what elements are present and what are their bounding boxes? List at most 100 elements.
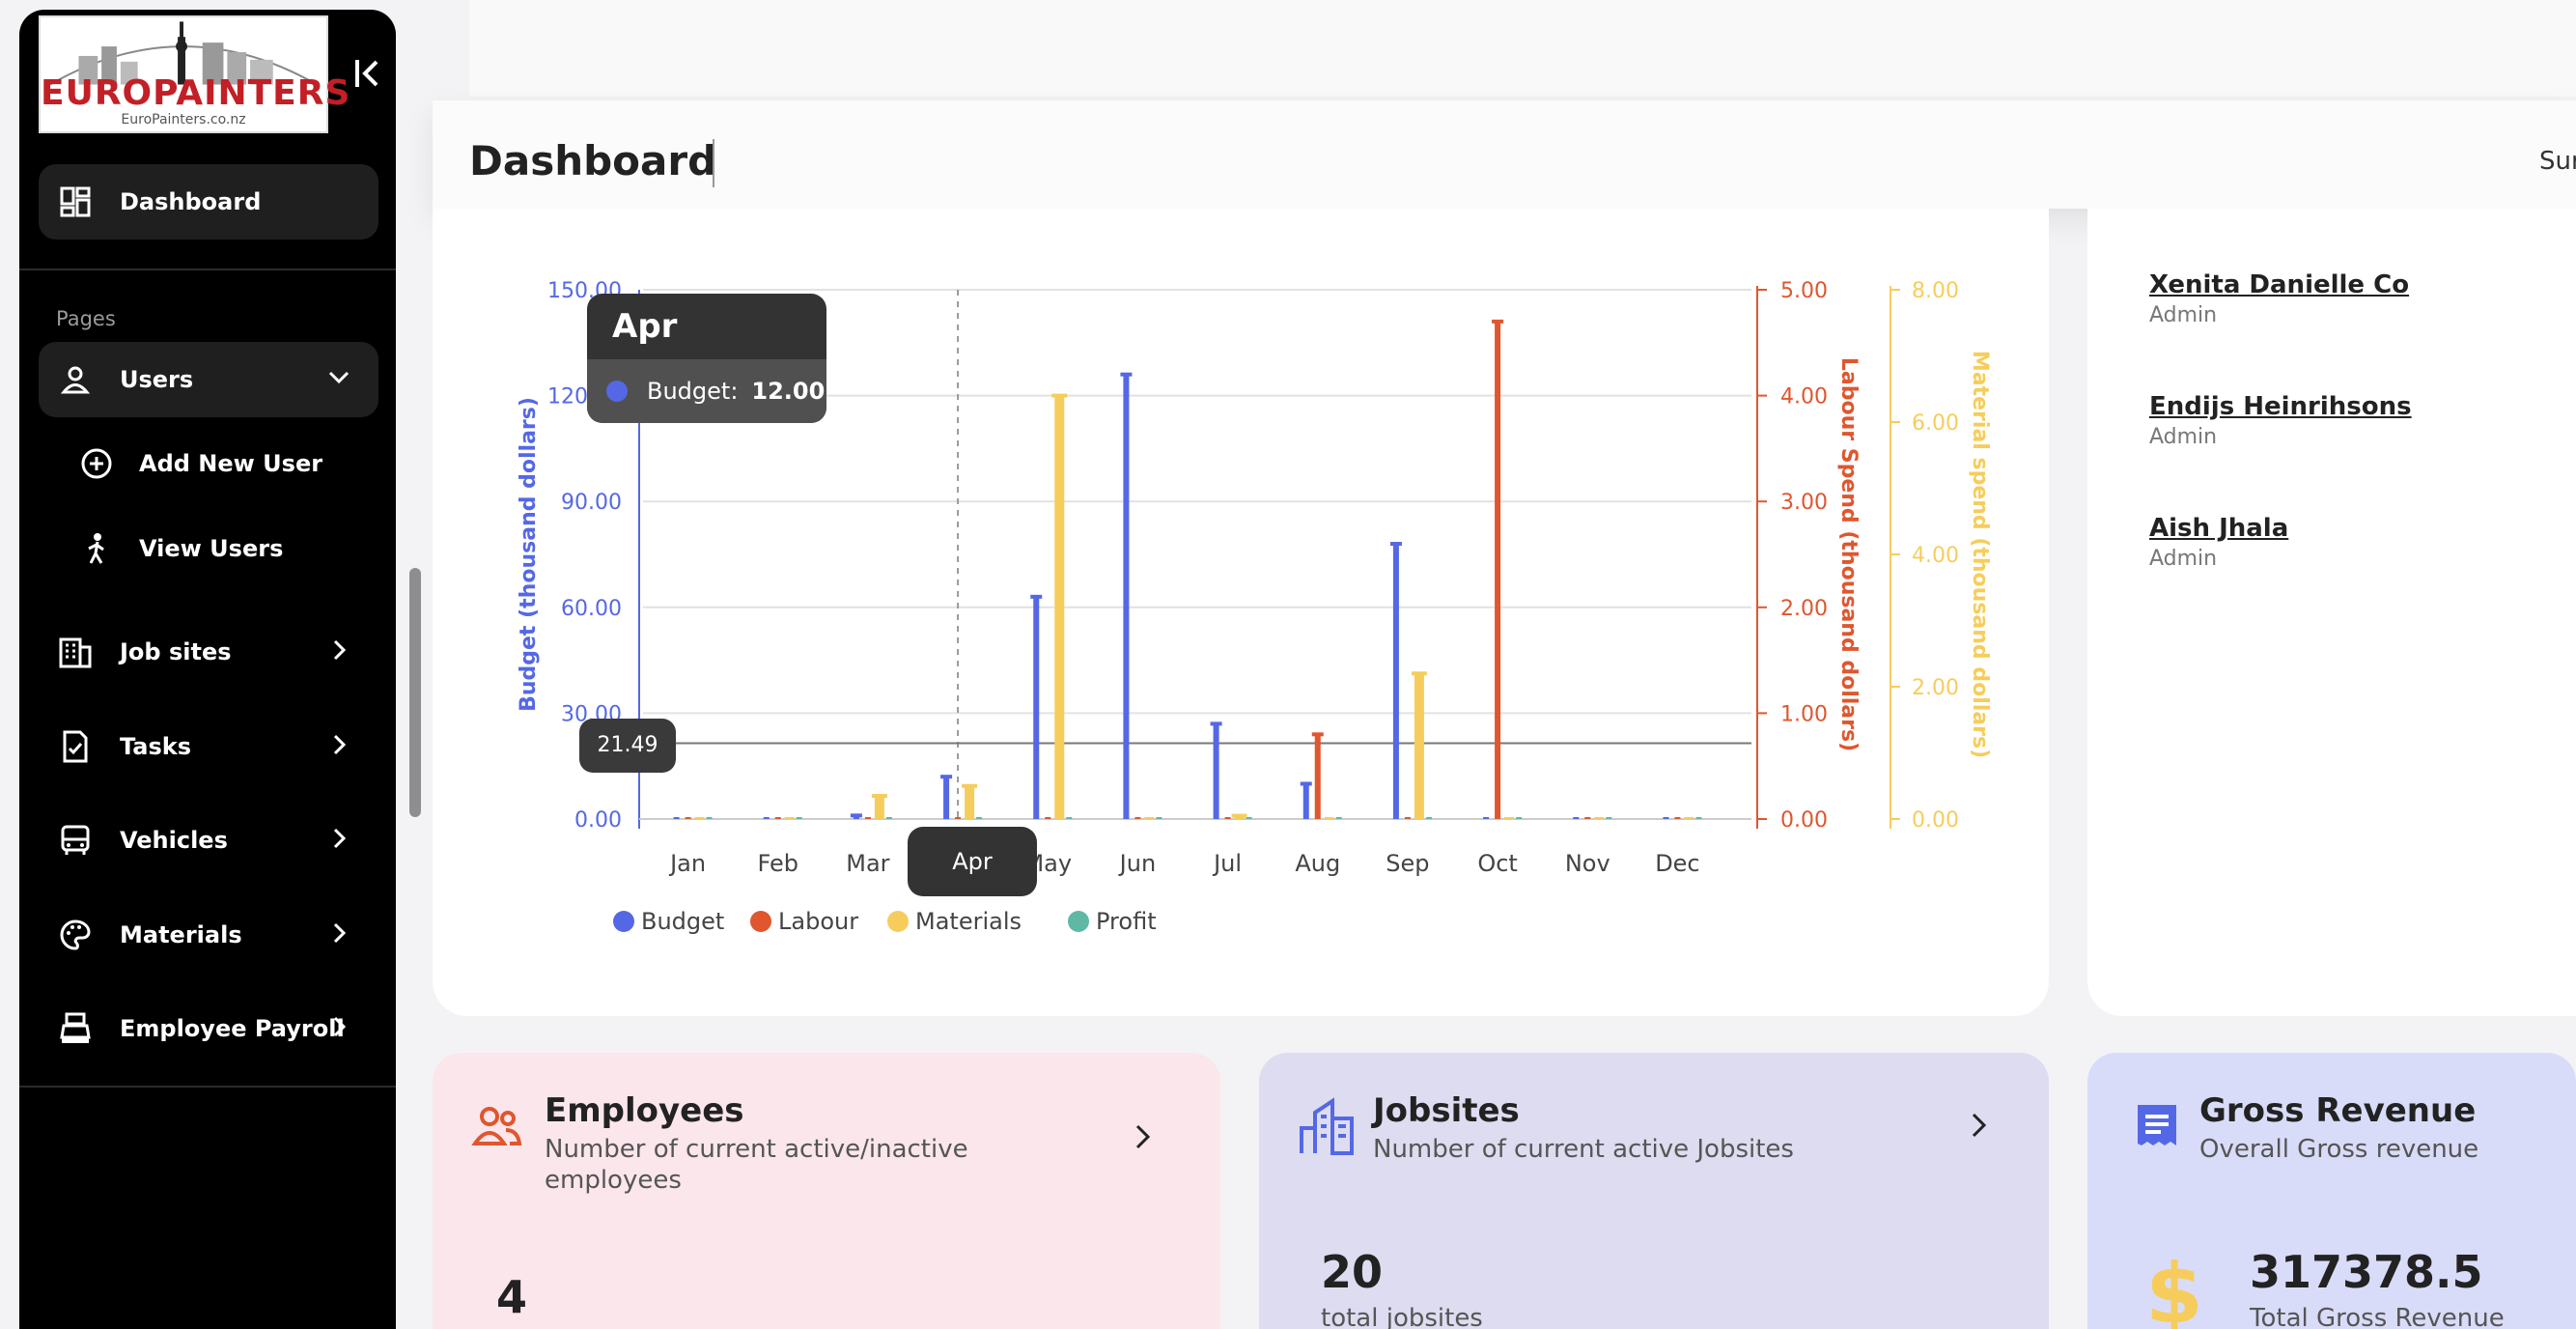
bar-budget <box>763 817 770 819</box>
team-member-role: Admin <box>2149 303 2218 327</box>
team-member-role: Admin <box>2149 425 2218 449</box>
collapse-sidebar-icon[interactable] <box>348 54 386 93</box>
bar-cap-materials <box>962 783 978 788</box>
stat-value: 20 <box>1321 1246 1384 1298</box>
x-tick-label: Feb <box>758 850 799 877</box>
sidebar-item-label: Vehicles <box>120 827 228 854</box>
chevron-right-icon[interactable] <box>1964 1111 1993 1140</box>
bar-labour <box>955 817 962 819</box>
bar-budget <box>1392 544 1399 819</box>
x-tick-label: Mar <box>846 850 889 877</box>
sidebar-item-dashboard[interactable]: Dashboard <box>39 164 378 240</box>
sidebar-item-tasks[interactable]: Tasks <box>39 709 378 784</box>
chart-card: 0.00 30.00 60.00 90.00 120.00 150.00 0.00 1.00 2… <box>433 209 2049 1016</box>
tooltip-series-label: Budget: <box>647 378 739 405</box>
bar-profit <box>706 817 713 819</box>
page-header: Dashboard Sur <box>433 100 2576 209</box>
bar-cap-budget <box>850 813 862 818</box>
team-member-role: Admin <box>2149 547 2218 571</box>
bar-cap-budget <box>1389 542 1402 547</box>
y-tick-right2: 4.00 <box>1912 544 1959 568</box>
jobsites-card[interactable]: Jobsites Number of current active Jobsit… <box>1259 1053 2049 1329</box>
header-right-text: Sur <box>2539 147 2576 176</box>
chevron-right-icon <box>333 639 347 661</box>
bar-budget <box>943 777 950 819</box>
bar-cap-materials <box>1231 813 1247 818</box>
bar-profit <box>1156 817 1162 819</box>
y-axis-title-left: Budget (thousand dollars) <box>517 397 541 712</box>
bar-cap-budget <box>1210 721 1222 726</box>
bar-profit <box>1335 817 1342 819</box>
x-tick-label: Nov <box>1565 850 1610 877</box>
sidebar-scrollbar[interactable] <box>409 568 421 817</box>
x-tick-label: Jun <box>1118 850 1157 877</box>
bar-budget <box>1573 817 1580 819</box>
y-tick-right2: 6.00 <box>1912 411 1959 436</box>
sidebar-item-label: Employee Payroll <box>120 1015 345 1042</box>
bar-cap-budget <box>1300 781 1312 786</box>
bar-budget <box>1033 596 1040 819</box>
bar-profit <box>1246 817 1252 819</box>
dollar-icon: $ <box>2145 1246 2203 1329</box>
bar-labour <box>864 817 871 819</box>
bar-profit <box>1516 817 1523 819</box>
team-member-name[interactable]: Aish Jhala <box>2149 514 2288 543</box>
gross-revenue-card[interactable]: Gross Revenue Overall Gross revenue $ 31… <box>2087 1053 2576 1329</box>
top-bar <box>469 0 2576 97</box>
x-tick-label: Aug <box>1295 850 1340 877</box>
plus-circle-icon <box>77 444 116 483</box>
sidebar-divider <box>19 1086 396 1088</box>
sidebar-subitem-add-new-user[interactable]: Add New User <box>77 439 322 488</box>
bar-materials <box>965 785 975 819</box>
bar-budget <box>1483 817 1490 819</box>
company-logo[interactable]: EUROPAINTERS EuroPainters.co.nz <box>39 15 350 133</box>
bar-labour <box>1224 817 1231 819</box>
people-icon <box>471 1107 522 1145</box>
crosshair-value-label: 21.49 <box>579 719 676 773</box>
bar-cap-budget <box>940 775 953 779</box>
bar-labour <box>1045 817 1051 819</box>
team-member-name[interactable]: Xenita Danielle Co <box>2149 270 2409 299</box>
receipt-icon <box>2138 1105 2176 1145</box>
bar-profit <box>1066 817 1073 819</box>
y-tick-left: 90.00 <box>561 491 622 515</box>
bar-materials <box>874 796 884 819</box>
bar-cap-labour <box>1492 319 1504 324</box>
stat-subtitle: Overall Gross revenue <box>2199 1135 2479 1164</box>
chevron-right-icon[interactable] <box>1128 1122 1157 1151</box>
sidebar-item-employee-payroll[interactable]: Employee Payroll <box>39 991 378 1066</box>
legend-label-profit: Profit <box>1096 908 1157 935</box>
bar-profit <box>1606 817 1612 819</box>
y-axis-title-right1: Labour Spend (thousand dollars) <box>1836 357 1861 751</box>
sidebar-item-vehicles[interactable]: Vehicles <box>39 803 378 878</box>
y-tick-right1: 4.00 <box>1780 385 1828 410</box>
bar-materials <box>694 817 705 819</box>
tooltip-series-value: 12.00 <box>751 378 826 405</box>
y-tick-right1: 5.00 <box>1780 279 1828 303</box>
building-icon <box>56 633 95 671</box>
stat-value: 317378.5 <box>2250 1246 2483 1298</box>
sidebar-item-users[interactable]: Users <box>39 342 378 417</box>
bar-profit <box>885 817 892 819</box>
bar-labour <box>1495 321 1501 819</box>
stat-title: Gross Revenue <box>2199 1091 2477 1130</box>
employees-card[interactable]: Employees Number of current active/inact… <box>433 1053 1220 1329</box>
bar-materials <box>1684 817 1694 819</box>
x-tick-label: Dec <box>1655 850 1699 877</box>
bar-profit <box>796 817 802 819</box>
palette-icon <box>56 916 95 954</box>
sidebar-item-materials[interactable]: Materials <box>39 897 378 973</box>
pages-section-label: Pages <box>56 307 116 330</box>
team-member-name[interactable]: Endijs Heinrihsons <box>2149 392 2412 421</box>
cash-register-icon <box>56 1009 95 1048</box>
sidebar-item-label: Tasks <box>120 733 192 760</box>
sidebar-item-job-sites[interactable]: Job sites <box>39 614 378 690</box>
bus-icon <box>56 821 95 860</box>
sidebar-item-label: Dashboard <box>120 188 262 215</box>
y-tick-left: 60.00 <box>561 597 622 621</box>
chevron-down-icon <box>328 371 350 384</box>
chevron-right-icon <box>333 922 347 944</box>
x-tick-label: Jul <box>1212 850 1242 877</box>
dashboard-icon <box>56 183 95 221</box>
sidebar-subitem-view-users[interactable]: View Users <box>77 524 283 573</box>
